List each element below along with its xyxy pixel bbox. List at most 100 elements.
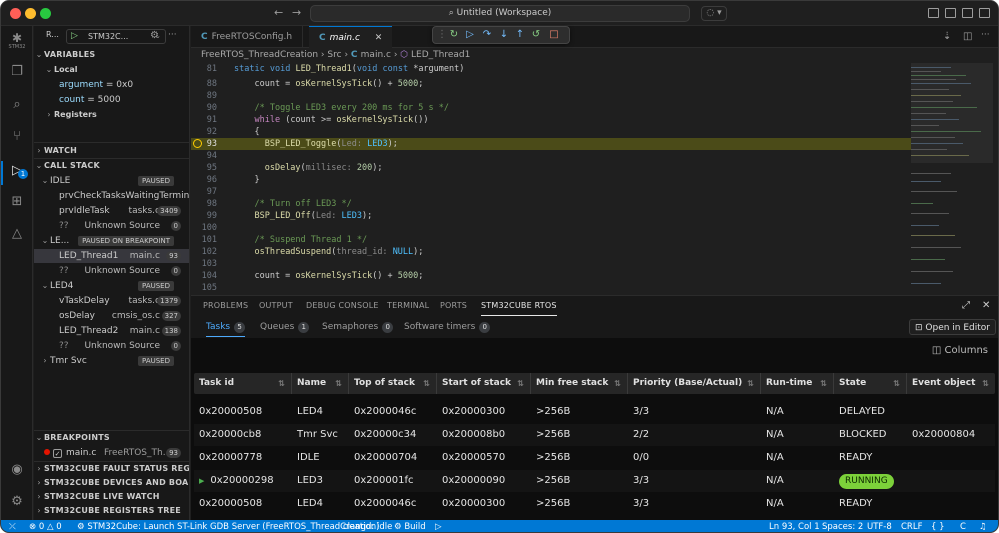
local-scope[interactable]: ⌄ Local bbox=[34, 63, 189, 77]
copilot-button[interactable]: ◌ ▾ bbox=[701, 6, 727, 21]
close-icon[interactable]: ✕ bbox=[982, 300, 990, 311]
table-row[interactable]: 0x20000508 LED4 0x2000046c 0x20000300 >2… bbox=[194, 493, 995, 515]
explorer-icon[interactable]: ❐ bbox=[9, 64, 25, 80]
breakpoints-section-header[interactable]: ⌄ BREAKPOINTS bbox=[34, 431, 189, 445]
tab-queues[interactable]: Queues 1 bbox=[260, 317, 310, 337]
stack-frame[interactable]: prvIdleTask tasks.c 3409 bbox=[34, 204, 189, 218]
braces-icon[interactable]: { } bbox=[931, 520, 945, 532]
fault-status-section[interactable]: ›STM32CUBE FAULT STATUS REGIS... bbox=[34, 462, 189, 476]
table-row[interactable]: 0x20000508 LED4 0x2000046c 0x20000300 >2… bbox=[194, 401, 995, 423]
col-name[interactable]: Name ⇅ bbox=[292, 373, 349, 394]
tab-semaphores[interactable]: Semaphores 0 bbox=[322, 317, 394, 337]
variable-count[interactable]: count = 5000 bbox=[34, 93, 189, 107]
stack-frame[interactable]: ?? Unknown Source 0 bbox=[34, 264, 189, 278]
breakpoint-item[interactable]: ✓ main.c FreeRTOS_Th... 93 bbox=[34, 446, 189, 460]
line-ending[interactable]: CRLF bbox=[901, 520, 922, 532]
split-editor-icon[interactable]: ⇣ bbox=[943, 31, 951, 42]
tab-main-c[interactable]: Cmain.c ✕ bbox=[309, 26, 393, 48]
debug-launch-status[interactable]: ⚙ STM32Cube: Launch ST-Link GDB Server (… bbox=[77, 520, 379, 532]
forward-arrow-icon[interactable]: → bbox=[292, 6, 301, 19]
more-actions-icon[interactable]: ··· bbox=[981, 30, 990, 40]
back-arrow-icon[interactable]: ← bbox=[274, 6, 283, 19]
tab-stm32cube-rtos[interactable]: STM32CUBE RTOS bbox=[481, 296, 557, 316]
tab-debug-console[interactable]: DEBUG CONSOLE bbox=[306, 296, 379, 316]
stack-frame[interactable]: LED_Thread2 main.c 138 bbox=[34, 324, 189, 338]
table-row-running[interactable]: ▶ 0x20000298 LED3 0x200001fc 0x20000090 >… bbox=[194, 470, 995, 492]
breadcrumb-folder[interactable]: FreeRTOS_ThreadCreation bbox=[201, 50, 318, 60]
account-icon[interactable]: ◉ bbox=[9, 462, 25, 478]
run-icon[interactable]: ▷ bbox=[435, 520, 442, 532]
toggle-secondary-sidebar-icon[interactable] bbox=[962, 8, 973, 18]
step-over-icon[interactable]: ↷ bbox=[481, 29, 493, 41]
code-editor[interactable]: 81 static void LED_Thread1(void const *ar… bbox=[191, 63, 911, 295]
toggle-panel-icon[interactable] bbox=[945, 8, 956, 18]
stack-frame[interactable]: vTaskDelay tasks.c 1379 bbox=[34, 294, 189, 308]
devices-boards-section[interactable]: ›STM32CUBE DEVICES AND BOARDS bbox=[34, 476, 189, 490]
breadcrumb-symbol[interactable]: LED_Thread1 bbox=[411, 50, 470, 60]
tab-ports[interactable]: PORTS bbox=[440, 296, 467, 316]
indentation[interactable]: Spaces: 2 bbox=[822, 520, 863, 532]
step-into-icon[interactable]: ↓ bbox=[498, 29, 510, 41]
thread-led4[interactable]: ⌄ LED4 PAUSED bbox=[34, 279, 189, 293]
tab-tasks[interactable]: Tasks 5 bbox=[206, 317, 246, 337]
stm32-logo[interactable]: ✱ STM32 bbox=[8, 32, 26, 50]
variables-section-header[interactable]: ⌄ VARIABLES bbox=[34, 48, 189, 62]
call-stack-section-header[interactable]: ⌄ CALL STACK bbox=[34, 159, 189, 173]
col-top-of-stack[interactable]: Top of stack ⇅ bbox=[349, 373, 437, 394]
remote-icon[interactable]: ⤫ bbox=[9, 520, 16, 532]
minimize-window-button[interactable] bbox=[25, 8, 36, 19]
restart-icon[interactable]: ↻ bbox=[448, 29, 460, 41]
continue-icon[interactable]: ▷ bbox=[464, 29, 476, 41]
col-priority[interactable]: Priority (Base/Actual) ⇅ bbox=[628, 373, 761, 394]
col-state[interactable]: State ⇅ bbox=[834, 373, 907, 394]
registers-scope[interactable]: › Registers bbox=[34, 108, 189, 122]
cursor-position[interactable]: Ln 93, Col 1 bbox=[769, 520, 820, 532]
start-debugging-icon[interactable]: ▷ bbox=[71, 30, 78, 43]
more-actions-icon[interactable]: ··· bbox=[168, 30, 177, 40]
editor-scrollbar[interactable] bbox=[993, 63, 998, 295]
close-icon[interactable]: ✕ bbox=[375, 33, 383, 43]
clangd-status[interactable]: clangd: idle bbox=[343, 520, 392, 532]
thread-idle[interactable]: ⌄ IDLE PAUSED bbox=[34, 174, 189, 188]
close-window-button[interactable] bbox=[10, 8, 21, 19]
split-editor-right-icon[interactable]: ◫ bbox=[963, 31, 972, 42]
extensions-icon[interactable]: ⊞ bbox=[9, 194, 25, 210]
table-row[interactable]: 0x20000cb8 Tmr Svc 0x20000c34 0x200008b0… bbox=[194, 424, 995, 446]
stack-frame[interactable]: ?? Unknown Source 0 bbox=[34, 219, 189, 233]
minimap[interactable] bbox=[911, 63, 993, 295]
columns-button[interactable]: ◫ Columns bbox=[932, 345, 988, 356]
stop-icon[interactable]: □ bbox=[548, 29, 560, 41]
customize-layout-icon[interactable] bbox=[979, 8, 990, 18]
thread-tmr-svc[interactable]: › Tmr Svc PAUSED bbox=[34, 354, 189, 368]
thread-led3[interactable]: ⌄ LE... PAUSED ON BREAKPOINT bbox=[34, 234, 189, 248]
tab-problems[interactable]: PROBLEMS bbox=[203, 296, 248, 316]
source-control-icon[interactable]: ⑂ bbox=[9, 129, 25, 145]
stack-frame[interactable]: ?? Unknown Source 0 bbox=[34, 339, 189, 353]
breakpoint-enabled-checkbox[interactable]: ✓ bbox=[53, 449, 62, 458]
encoding[interactable]: UTF-8 bbox=[867, 520, 892, 532]
tab-output[interactable]: OUTPUT bbox=[259, 296, 293, 316]
problems-indicator[interactable]: ⊗ 0 △ 0 bbox=[29, 520, 62, 532]
breadcrumb-file[interactable]: main.c bbox=[361, 50, 391, 60]
gear-icon[interactable]: ⚙ bbox=[9, 494, 25, 510]
step-out-icon[interactable]: ↑ bbox=[514, 29, 526, 41]
variable-argument[interactable]: argument = 0x0 bbox=[34, 78, 189, 92]
stack-frame[interactable]: prvCheckTasksWaitingTerminatio bbox=[34, 189, 189, 203]
tab-freertosconfig[interactable]: C FreeRTOSConfig.h bbox=[191, 26, 304, 48]
maximize-panel-icon[interactable]: ⤢ bbox=[962, 300, 970, 311]
expand-row-icon[interactable]: ▶ bbox=[199, 477, 204, 485]
zoom-window-button[interactable] bbox=[40, 8, 51, 19]
tab-software-timers[interactable]: Software timers 0 bbox=[404, 317, 491, 337]
drag-handle-icon[interactable]: ⋮ bbox=[436, 29, 448, 41]
stack-frame-selected[interactable]: LED_Thread1 main.c 93 bbox=[34, 249, 189, 263]
tab-terminal[interactable]: TERMINAL bbox=[387, 296, 429, 316]
toggle-primary-sidebar-icon[interactable] bbox=[928, 8, 939, 18]
registers-tree-section[interactable]: › STM32CUBE REGISTERS TREE bbox=[34, 504, 189, 518]
build-button[interactable]: ⚙ Build bbox=[394, 520, 426, 532]
breadcrumb-sub[interactable]: Src bbox=[327, 50, 341, 60]
notifications-icon[interactable]: ♫ bbox=[979, 520, 987, 532]
col-start-of-stack[interactable]: Start of stack ⇅ bbox=[437, 373, 531, 394]
col-task-id[interactable]: Task id ⇅ bbox=[194, 373, 292, 394]
watch-section-header[interactable]: › WATCH bbox=[34, 144, 189, 158]
col-min-free-stack[interactable]: Min free stack ⇅ bbox=[531, 373, 628, 394]
